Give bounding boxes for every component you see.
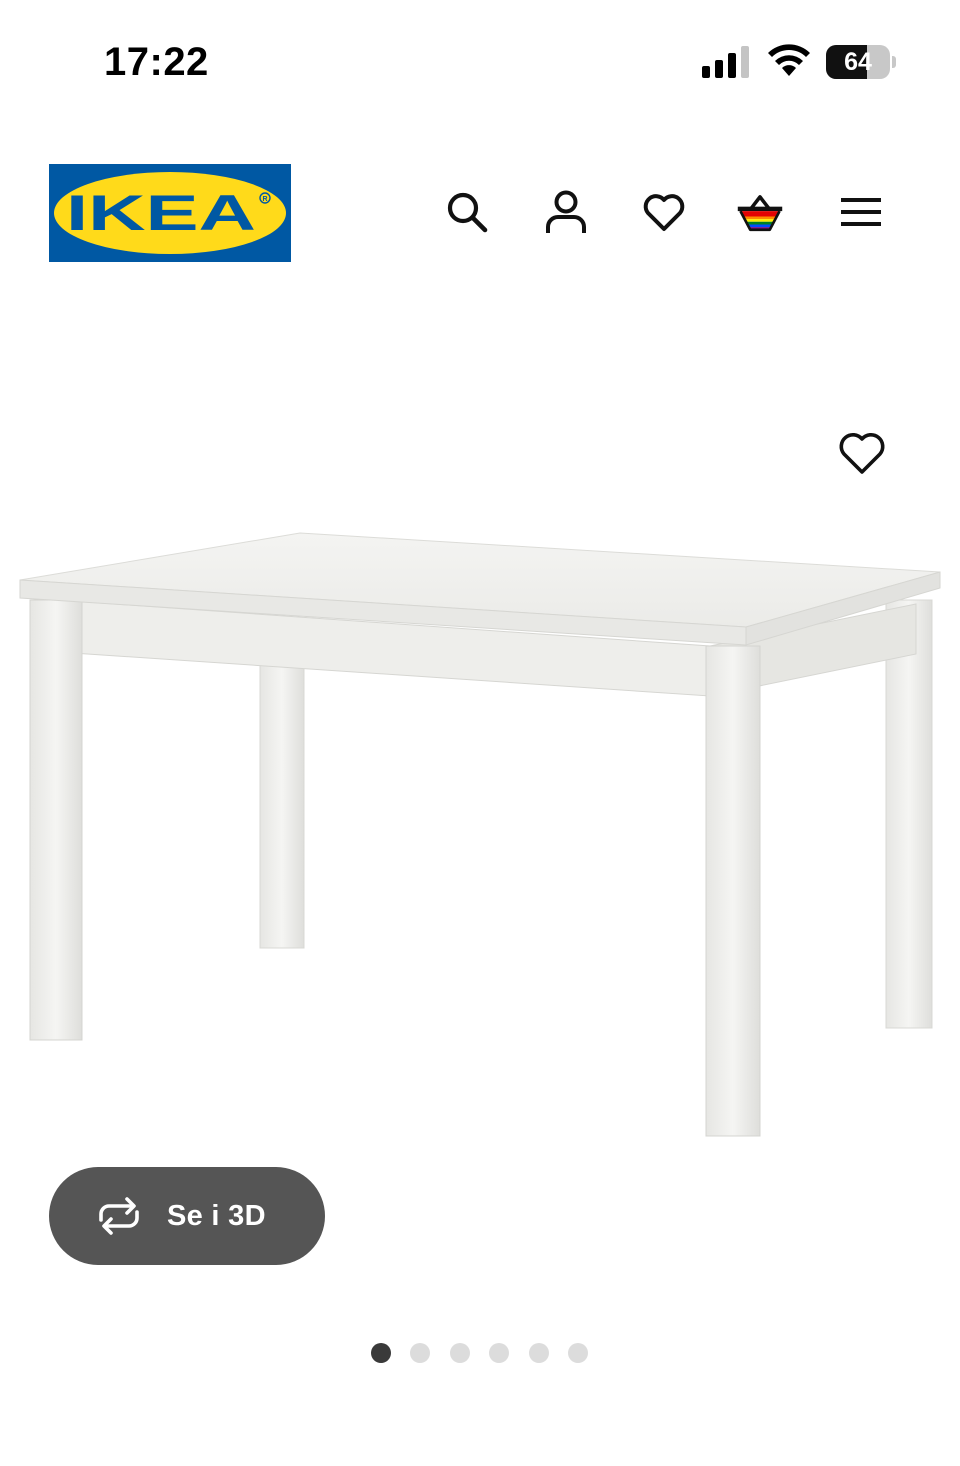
wifi-icon <box>768 44 810 76</box>
svg-text:IKEA: IKEA <box>66 185 256 241</box>
status-time: 17:22 <box>104 40 209 84</box>
account-icon <box>546 190 586 233</box>
image-pagination <box>0 1343 960 1365</box>
basket-button[interactable] <box>736 188 784 236</box>
heart-icon <box>643 194 685 231</box>
menu-icon <box>841 198 881 226</box>
search-icon <box>447 192 488 233</box>
battery-icon: 64 <box>826 45 896 79</box>
product-gallery[interactable]: Se i 3D <box>0 300 960 1400</box>
battery-level: 64 <box>844 48 872 76</box>
search-button[interactable] <box>443 188 491 236</box>
pagination-dot[interactable] <box>450 1343 470 1363</box>
pagination-dot[interactable] <box>489 1343 509 1363</box>
signal-icon <box>702 46 749 78</box>
heart-icon[interactable] <box>836 428 888 480</box>
status-bar: 17:22 64 <box>0 0 960 120</box>
view-in-3d-label: Se i 3D <box>167 1199 266 1232</box>
view-in-3d-button[interactable]: Se i 3D <box>49 1167 325 1265</box>
pagination-dot[interactable] <box>568 1343 588 1363</box>
basket-icon <box>737 195 783 232</box>
site-header: IKEA R <box>0 150 960 280</box>
product-image-table <box>19 532 941 1137</box>
ikea-logo[interactable]: IKEA R <box>49 164 291 262</box>
account-button[interactable] <box>542 188 590 236</box>
pagination-dot[interactable] <box>529 1343 549 1363</box>
pagination-dot[interactable] <box>410 1343 430 1363</box>
rotate-icon <box>99 1197 139 1235</box>
favorites-button[interactable] <box>640 188 688 236</box>
svg-text:R: R <box>262 196 267 203</box>
menu-button[interactable] <box>837 188 885 236</box>
pagination-dot[interactable] <box>371 1343 391 1363</box>
